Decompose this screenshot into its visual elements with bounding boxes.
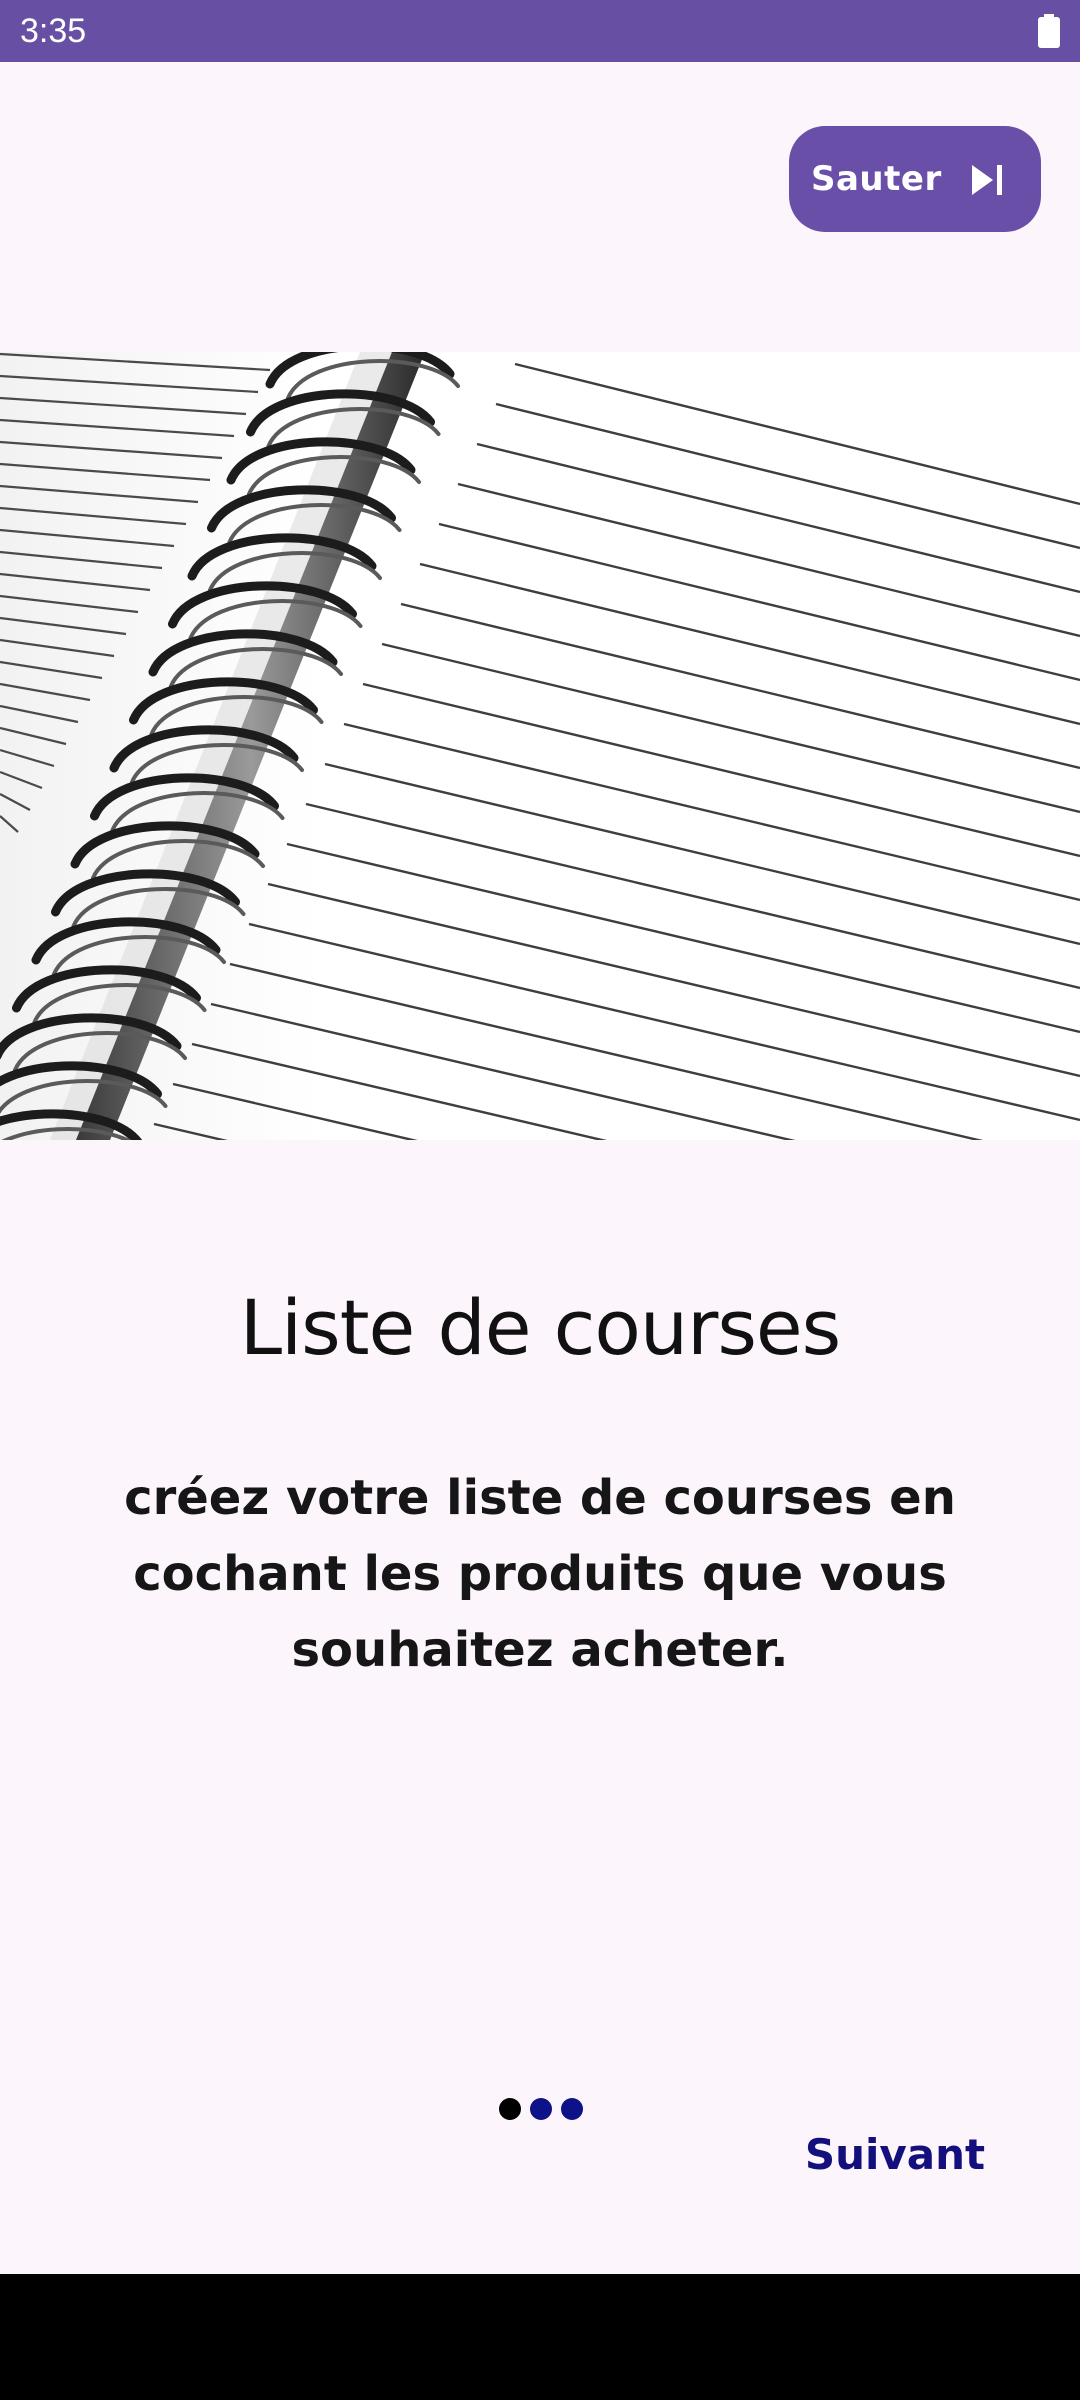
page-indicator-dot xyxy=(530,2098,552,2120)
status-time: 3:35 xyxy=(20,12,87,50)
onboarding-title: Liste de courses xyxy=(239,1283,842,1372)
status-bar: 3:35 xyxy=(0,0,1080,62)
next-button[interactable]: Suivant xyxy=(790,2120,1000,2190)
skip-button-label: Sauter xyxy=(811,159,942,199)
skip-button[interactable]: Sauter xyxy=(789,126,1041,232)
hero-notebook-image xyxy=(0,352,1080,1140)
skip-next-icon xyxy=(969,162,1005,198)
page-indicator-dot xyxy=(499,2098,521,2120)
battery-icon xyxy=(1038,14,1060,48)
page-indicator xyxy=(499,2098,583,2122)
page-indicator-dot xyxy=(561,2098,583,2120)
onboarding-description: créez votre liste de courses en cochant … xyxy=(124,1470,956,1678)
navigation-bar xyxy=(0,2274,1080,2400)
